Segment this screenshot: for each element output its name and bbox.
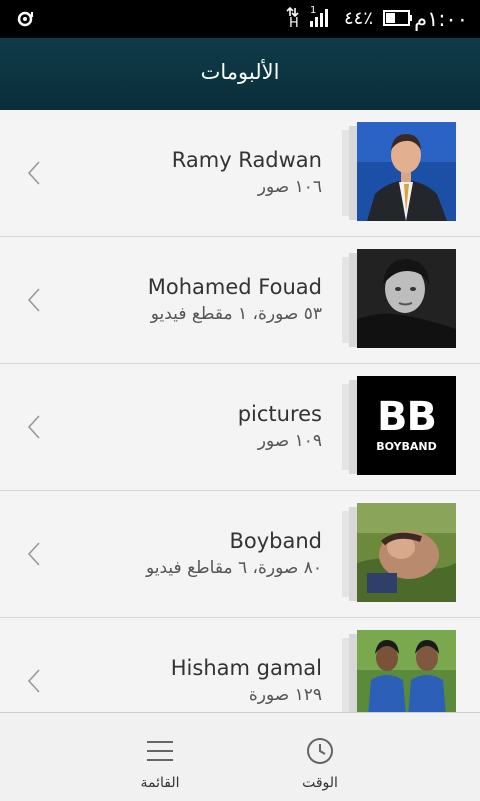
- battery-percent: ٤٤٪: [344, 8, 374, 29]
- album-row[interactable]: Ramy Radwan ١٠٦ صور: [0, 110, 480, 237]
- album-name: pictures: [237, 402, 322, 426]
- network-type-label: H: [289, 16, 299, 31]
- clock-icon: [306, 737, 334, 765]
- album-thumbnail: [357, 503, 456, 602]
- notification-icon: [16, 9, 36, 29]
- signal-icon: [309, 8, 331, 28]
- status-bar: H 1 ٤٤٪ ١:٠٠م: [0, 0, 480, 38]
- album-row[interactable]: pictures ١٠٩ صور BB BOYBAND: [0, 364, 480, 491]
- album-count: ١٠٦ صور: [257, 177, 322, 197]
- status-time: ١:٠٠م: [414, 7, 468, 31]
- album-name: Boyband: [229, 529, 322, 553]
- bottom-nav: القائمة الوقت: [0, 712, 480, 801]
- album-count: ١٠٩ صور: [257, 431, 322, 451]
- album-count: ٥٣ صورة، ١ مقطع فيديو: [150, 304, 322, 324]
- chevron-left-icon: [26, 414, 42, 440]
- tab-time-label: الوقت: [302, 775, 338, 791]
- tab-time[interactable]: الوقت: [260, 713, 380, 801]
- menu-icon: [146, 737, 174, 765]
- album-row[interactable]: Mohamed Fouad ٥٣ صورة، ١ مقطع فيديو: [0, 237, 480, 364]
- album-name: Mohamed Fouad: [147, 275, 322, 299]
- album-thumbnail: [357, 122, 456, 221]
- album-list[interactable]: Ramy Radwan ١٠٦ صور Mohamed Fouad ٥٣ صور…: [0, 110, 480, 712]
- album-thumbnail: BB BOYBAND: [357, 376, 456, 475]
- album-name: Ramy Radwan: [171, 148, 322, 172]
- chevron-left-icon: [26, 668, 42, 694]
- network-type-icon: H 1: [286, 5, 316, 32]
- tab-list-label: القائمة: [140, 775, 180, 791]
- album-count: ٨٠ صورة، ٦ مقاطع فيديو: [145, 558, 322, 578]
- chevron-left-icon: [26, 541, 42, 567]
- album-thumbnail: [357, 249, 456, 348]
- album-name: Hisham gamal: [170, 656, 322, 680]
- app-header: الألبومات: [0, 38, 480, 110]
- page-title: الألبومات: [200, 60, 280, 84]
- album-row[interactable]: Hisham gamal ١٢٩ صورة: [0, 618, 480, 712]
- album-thumbnail: [357, 630, 456, 712]
- chevron-left-icon: [26, 287, 42, 313]
- boyband-logo-subtext: BOYBAND: [376, 440, 437, 453]
- boyband-logo-text: BB: [377, 394, 437, 440]
- battery-icon: [383, 10, 413, 26]
- album-row[interactable]: Boyband ٨٠ صورة، ٦ مقاطع فيديو: [0, 491, 480, 618]
- chevron-left-icon: [26, 160, 42, 186]
- tab-list[interactable]: القائمة: [100, 713, 220, 801]
- album-count: ١٢٩ صورة: [248, 685, 322, 705]
